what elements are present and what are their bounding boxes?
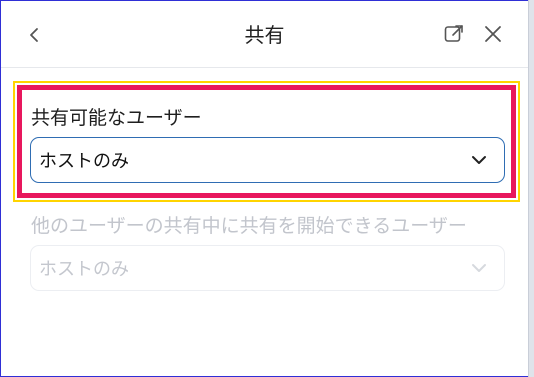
- external-link-icon: [444, 25, 463, 42]
- scrollbar-track[interactable]: [528, 0, 534, 377]
- close-button[interactable]: [481, 22, 505, 46]
- who-can-start-sharing-value: ホストのみ: [39, 259, 129, 280]
- close-icon: [485, 26, 501, 42]
- chevron-down-icon: [470, 259, 488, 277]
- who-can-start-sharing-label: 他のユーザーの共有中に共有を開始できるユーザー: [31, 215, 467, 237]
- chevron-down-icon: [470, 151, 488, 169]
- who-can-share-value: ホストのみ: [39, 151, 129, 172]
- share-settings-panel: 共有 共有可能なユーザー ホストのみ 他のユーザーの共有中に共有を開始できるユー: [1, 1, 528, 376]
- who-can-share-label: 共有可能なユーザー: [31, 107, 202, 129]
- panel-header: 共有: [1, 1, 528, 68]
- popout-button[interactable]: [442, 22, 466, 46]
- who-can-share-select[interactable]: ホストのみ: [30, 137, 505, 183]
- who-can-start-sharing-select: ホストのみ: [30, 245, 505, 291]
